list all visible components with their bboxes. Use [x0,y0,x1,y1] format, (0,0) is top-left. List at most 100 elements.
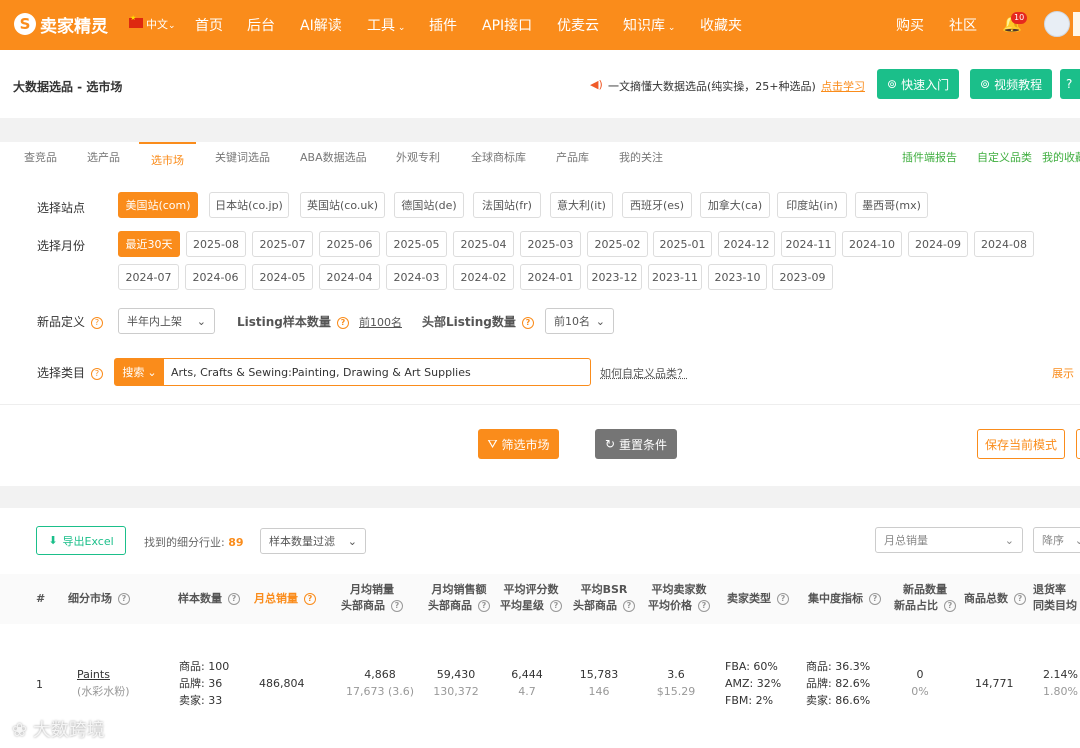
month-option[interactable]: 2025-08 [186,231,246,257]
nav-item-tools[interactable]: 工具 ⌄ [367,15,405,35]
tab-product[interactable]: 选产品 [87,149,120,165]
station-option[interactable]: 印度站(in) [777,192,847,218]
tab-competitor[interactable]: 查竞品 [24,149,57,165]
china-flag-icon[interactable] [129,14,143,28]
station-option[interactable]: 美国站(com) [118,192,198,218]
tab-patent[interactable]: 外观专利 [396,149,440,165]
tab-follow[interactable]: 我的关注 [619,149,663,165]
save-mode-button[interactable]: 保存当前模式 [977,429,1065,459]
language-select[interactable]: 中文⌄ [146,16,176,32]
more-button[interactable] [1076,429,1080,459]
col-concentration[interactable]: 集中度指标? [808,591,881,607]
tab-aba[interactable]: ABA数据选品 [300,149,367,165]
nav-item-api[interactable]: API接口 [482,15,532,35]
month-option[interactable]: 2025-06 [319,231,380,257]
month-option[interactable]: 2023-09 [772,264,833,290]
month-option[interactable]: 2024-06 [185,264,246,290]
station-option[interactable]: 加拿大(ca) [700,192,770,218]
help-icon[interactable]: ? [698,600,710,612]
filter-market-button[interactable]: ⛛ 筛选市场 [478,429,559,459]
video-tutorial-button[interactable]: ⊚ 视频教程 [970,69,1053,99]
month-option[interactable]: 2024-10 [842,231,902,257]
expand-link[interactable]: 展示 [1052,365,1074,381]
station-option[interactable]: 墨西哥(mx) [855,192,928,218]
help-icon[interactable]: ? [91,317,104,329]
tab-library[interactable]: 产品库 [556,149,589,165]
tab-keyword[interactable]: 关键词选品 [215,149,270,165]
month-option[interactable]: 2025-01 [653,231,712,257]
learn-link[interactable]: 点击学习 [821,78,865,94]
category-input[interactable]: Arts, Crafts & Sewing:Painting, Drawing … [171,366,471,379]
help-icon[interactable]: ? [391,600,403,612]
nav-item-favorites[interactable]: 收藏夹 [700,15,742,35]
month-option[interactable]: 2024-12 [718,231,775,257]
help-icon[interactable]: ? [118,593,130,605]
sample-filter-select[interactable]: 样本数量过滤 ⌄ [260,528,366,554]
month-option[interactable]: 2024-02 [453,264,514,290]
plugin-report-link[interactable]: 插件端报告 [902,149,957,165]
market-name[interactable]: Paints (水彩水粉) [77,666,130,700]
station-option[interactable]: 法国站(fr) [473,192,541,218]
help-icon[interactable]: ? [228,593,240,605]
station-option[interactable]: 西班牙(es) [622,192,692,218]
tab-trademark[interactable]: 全球商标库 [471,149,526,165]
help-icon[interactable]: ? [91,368,104,380]
station-option[interactable]: 德国站(de) [394,192,464,218]
nav-item-community[interactable]: 社区 [949,15,977,35]
col-avg-sellers[interactable]: 平均卖家数 平均价格? [648,582,710,614]
help-icon[interactable]: ? [478,600,490,612]
reset-button[interactable]: ↻ 重置条件 [595,429,677,459]
month-option[interactable]: 2024-03 [386,264,447,290]
month-option[interactable]: 2023-12 [587,264,642,290]
month-option[interactable]: 2025-03 [520,231,581,257]
month-option[interactable]: 2025-04 [453,231,514,257]
month-option[interactable]: 2025-05 [386,231,447,257]
my-favorites-link[interactable]: 我的收藏 [1042,149,1080,165]
col-avg-bsr[interactable]: 平均BSR 头部商品? [573,582,635,614]
col-market[interactable]: 细分市场? [68,591,130,607]
col-avg-sales[interactable]: 月均销量 头部商品? [341,582,403,614]
head-listing-select[interactable]: 前10名 ⌄ [545,308,614,334]
nav-item-home[interactable]: 首页 [195,15,223,35]
help-icon[interactable]: ? [869,593,881,605]
month-option[interactable]: 2025-02 [587,231,648,257]
sort-field-select[interactable]: 月总销量 ⌄ [875,527,1023,553]
quick-start-button[interactable]: ⊚ 快速入门 [877,69,960,99]
custom-category-help-link[interactable]: 如何自定义品类？ [600,365,688,381]
month-option[interactable]: 最近30天 [118,231,180,257]
category-search[interactable]: 搜索 ⌄ Arts, Crafts & Sewing:Painting, Draw… [114,358,591,386]
month-option[interactable]: 2024-04 [319,264,380,290]
month-option[interactable]: 2024-09 [908,231,968,257]
help-icon[interactable]: ? [304,593,316,605]
col-monthly-sales[interactable]: 月总销量? [254,591,316,607]
station-option[interactable]: 英国站(co.uk) [300,192,385,218]
col-sample[interactable]: 样本数量? [178,591,240,607]
col-avg-revenue[interactable]: 月均销售额 头部商品? [428,582,490,614]
help-icon[interactable]: ? [550,600,562,612]
col-avg-ratings[interactable]: 平均评分数 平均星级? [500,582,562,614]
month-option[interactable]: 2024-01 [520,264,581,290]
help-icon[interactable]: ? [336,317,349,329]
month-option[interactable]: 2024-07 [118,264,179,290]
help-icon[interactable]: ? [521,317,534,329]
category-search-type[interactable]: 搜索 ⌄ [115,359,164,385]
nav-item-backend[interactable]: 后台 [247,15,275,35]
nav-item-youmai[interactable]: 优麦云 [557,15,599,35]
logo[interactable]: S 卖家精灵 [14,12,108,37]
nav-item-plugin[interactable]: 插件 [429,15,457,35]
sort-order-select[interactable]: 降序 ⌄ [1033,527,1080,553]
col-returns[interactable]: 退货率 同类目均 [1033,582,1077,614]
month-option[interactable]: 2023-11 [648,264,702,290]
month-option[interactable]: 2024-08 [974,231,1034,257]
month-option[interactable]: 2024-05 [252,264,313,290]
col-new-products[interactable]: 新品数量 新品占比? [894,582,956,614]
tab-market[interactable]: 选市场 [139,142,196,172]
station-option[interactable]: 意大利(it) [550,192,613,218]
nav-item-buy[interactable]: 购买 [896,15,924,35]
avatar[interactable] [1044,11,1070,37]
help-icon[interactable]: ? [944,600,956,612]
col-total[interactable]: 商品总数? [964,591,1026,607]
col-seller-type[interactable]: 卖家类型? [727,591,789,607]
nav-item-knowledge[interactable]: 知识库 ⌄ [623,15,675,35]
help-icon[interactable]: ? [1014,593,1026,605]
